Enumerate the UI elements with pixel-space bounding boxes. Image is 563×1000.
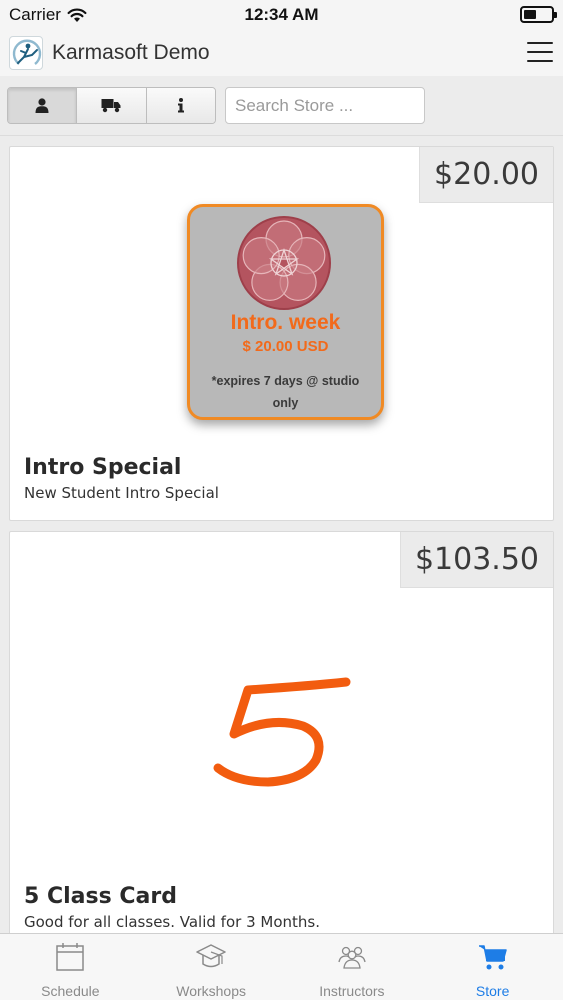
status-time: 12:34 AM [244, 5, 319, 24]
tab-label: Instructors [319, 983, 385, 999]
hamburger-menu-icon[interactable] [527, 42, 553, 62]
shopping-cart-icon [478, 945, 507, 970]
tab-instructors[interactable]: Instructors [282, 934, 423, 1000]
tab-label: Schedule [41, 983, 100, 999]
store-toolbar [0, 76, 563, 136]
calendar-icon [56, 943, 85, 971]
product-card[interactable]: $103.50 5 5 Class Card Good for all clas… [9, 531, 554, 933]
graduation-cap-icon [196, 944, 226, 968]
product-card[interactable]: $20.00 Intro. week $ 20.00 USD *expires … [9, 146, 554, 521]
shipping-filter-button[interactable] [77, 88, 147, 123]
hand-drawn-numeral-image: 5 [208, 672, 351, 787]
mandala-icon [237, 216, 331, 310]
product-title: 5 Class Card [24, 884, 177, 909]
truck-icon [101, 99, 121, 113]
people-group-icon [338, 946, 366, 969]
tab-schedule[interactable]: Schedule [0, 934, 141, 1000]
tab-label: Workshops [176, 983, 247, 999]
battery-icon [520, 6, 557, 23]
product-description: New Student Intro Special [24, 484, 219, 502]
app-title: Karmasoft Demo [52, 41, 210, 64]
search-store-input[interactable] [225, 87, 425, 124]
image-price-text: $ 20.00 USD [242, 338, 329, 355]
info-icon [177, 98, 184, 113]
product-title: Intro Special [24, 455, 182, 480]
image-title-text: Intro. week [230, 311, 341, 334]
view-segmented-control [7, 87, 216, 124]
product-price: $103.50 [399, 532, 553, 588]
intro-week-product-image: Intro. week $ 20.00 USD *expires 7 days … [187, 204, 384, 420]
app-header: Karmasoft Demo [0, 30, 563, 76]
tab-store[interactable]: Store [422, 934, 563, 1000]
info-button[interactable] [146, 88, 215, 123]
user-filter-button[interactable] [8, 88, 78, 123]
status-bar: Carrier 12:34 AM [0, 0, 563, 30]
tab-label: Store [475, 983, 510, 999]
image-note-text: *expires 7 days @ studio only [211, 374, 360, 410]
bottom-tab-bar: Schedule Workshops Instructors Store [0, 933, 563, 1000]
tab-workshops[interactable]: Workshops [141, 934, 282, 1000]
yoga-logo-icon [9, 36, 43, 70]
user-icon [35, 98, 49, 113]
product-description: Good for all classes. Valid for 3 Months… [24, 913, 320, 931]
store-product-list: $20.00 Intro. week $ 20.00 USD *expires … [0, 136, 563, 933]
numeral-text: 5 [208, 672, 209, 673]
product-price: $20.00 [419, 147, 553, 203]
